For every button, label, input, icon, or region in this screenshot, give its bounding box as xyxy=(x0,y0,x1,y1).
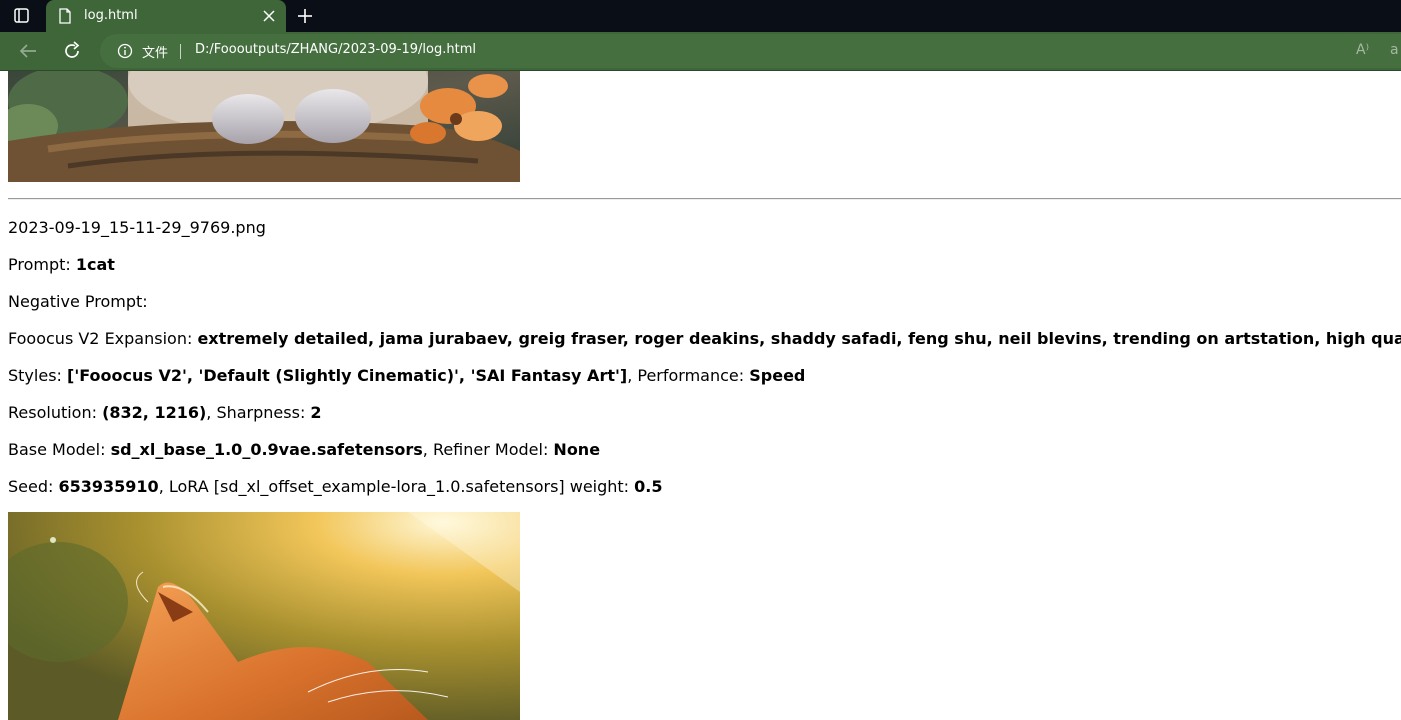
prompt-value: 1cat xyxy=(75,255,115,274)
resolution-value: (832, 1216) xyxy=(102,403,207,422)
browser-toolbar: 文件 D:/Foooutputs/ZHANG/2023-09-19/log.ht… xyxy=(0,32,1401,71)
address-bar[interactable]: 文件 D:/Foooutputs/ZHANG/2023-09-19/log.ht… xyxy=(100,34,1401,68)
url-text[interactable]: D:/Foooutputs/ZHANG/2023-09-19/log.html xyxy=(195,42,476,57)
performance-value: Speed xyxy=(749,366,806,385)
resolution-label: Resolution: xyxy=(8,403,103,422)
styles-value: ['Fooocus V2', 'Default (Slightly Cinema… xyxy=(67,366,628,385)
resolution-line: Resolution: (832, 1216), Sharpness: 2 xyxy=(8,403,322,422)
base-model-value: sd_xl_base_1.0_0.9vae.safetensors xyxy=(110,440,423,459)
tab-actions-icon[interactable] xyxy=(14,8,29,23)
expansion-value: extremely detailed, jama jurabaev, greig… xyxy=(197,329,1401,348)
negative-prompt-line: Negative Prompt: xyxy=(8,292,148,311)
address-separator xyxy=(180,44,181,59)
refiner-model-label: , Refiner Model: xyxy=(422,440,554,459)
sharpness-value: 2 xyxy=(310,403,322,422)
sharpness-label: , Sharpness: xyxy=(206,403,311,422)
tab-title: log.html xyxy=(84,8,138,23)
prompt-label: Prompt: xyxy=(8,255,76,274)
site-info-chip[interactable]: 文件 xyxy=(142,42,168,61)
styles-label: Styles: xyxy=(8,366,67,385)
plus-icon[interactable] xyxy=(296,7,314,25)
negative-prompt-label: Negative Prompt: xyxy=(8,292,148,311)
cat-image-previous xyxy=(8,71,520,182)
read-aloud-icon[interactable]: A⁾ xyxy=(1356,42,1369,58)
model-line: Base Model: sd_xl_base_1.0_0.9vae.safete… xyxy=(8,440,600,459)
info-icon[interactable] xyxy=(117,43,133,59)
toolbar-partial-button[interactable]: a xyxy=(1390,42,1399,58)
seed-value: 653935910 xyxy=(58,477,159,496)
performance-label: , Performance: xyxy=(627,366,750,385)
back-arrow-icon[interactable] xyxy=(17,40,39,62)
expansion-label: Fooocus V2 Expansion: xyxy=(8,329,198,348)
refiner-model-value: None xyxy=(553,440,601,459)
cat-image xyxy=(8,512,520,720)
page-icon xyxy=(59,8,71,24)
lora-label: , LoRA [sd_xl_offset_example-lora_1.0.sa… xyxy=(158,477,635,496)
lora-weight-value: 0.5 xyxy=(634,477,663,496)
tab-strip: log.html xyxy=(0,0,1401,32)
close-icon[interactable] xyxy=(262,9,276,23)
prompt-line: Prompt: 1cat xyxy=(8,255,115,274)
image-filename: 2023-09-19_15-11-29_9769.png xyxy=(8,218,266,237)
styles-line: Styles: ['Fooocus V2', 'Default (Slightl… xyxy=(8,366,805,385)
reload-icon[interactable] xyxy=(61,40,83,62)
seed-line: Seed: 653935910, LoRA [sd_xl_offset_exam… xyxy=(8,477,663,496)
page-content: 2023-09-19_15-11-29_9769.png Prompt: 1ca… xyxy=(0,71,1401,720)
base-model-label: Base Model: xyxy=(8,440,111,459)
tab-active[interactable]: log.html xyxy=(46,0,286,32)
horizontal-divider xyxy=(8,198,1401,200)
seed-label: Seed: xyxy=(8,477,59,496)
expansion-line: Fooocus V2 Expansion: extremely detailed… xyxy=(8,329,1401,348)
